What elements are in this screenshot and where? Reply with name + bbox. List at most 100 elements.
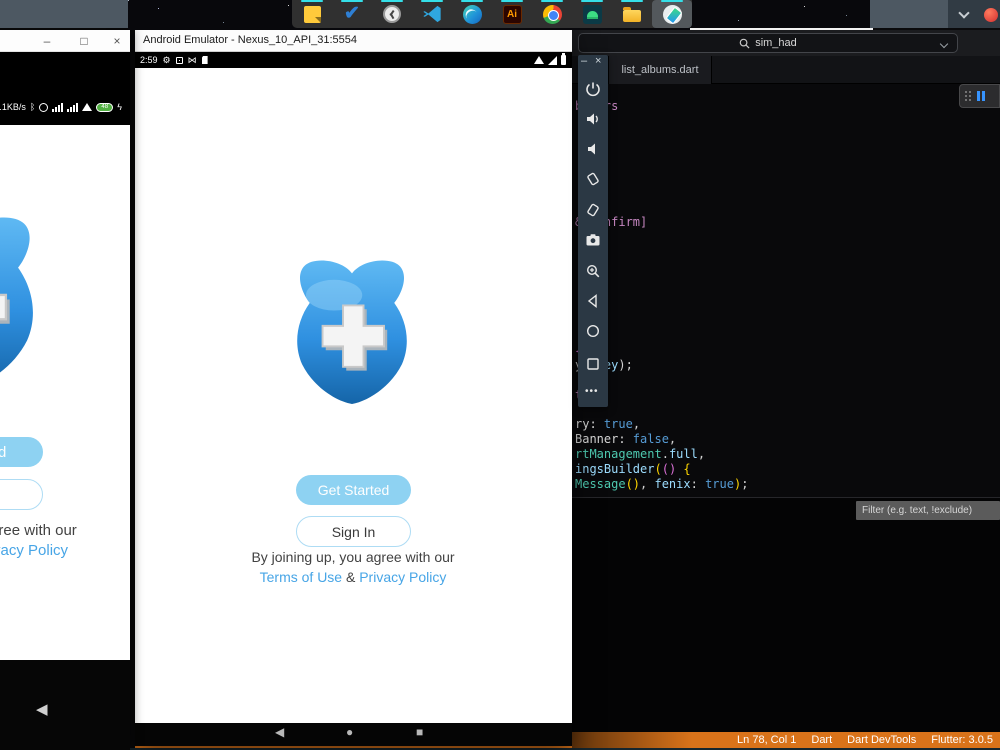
more-icon[interactable]: ••• [585,386,599,397]
bowtie-notification-icon: ⋈ [187,54,197,65]
rotate-left-icon[interactable] [585,171,601,187]
sign-in-button[interactable]: Sign In [0,479,43,510]
nav-back-button[interactable]: ◀ [36,700,48,718]
taskbar: ✔ Ai [292,0,692,28]
running-indicator [541,0,563,2]
android-nav-bar: ◀ ● ■ [135,723,572,746]
terms-of-use-link[interactable]: Terms of Use [260,569,342,585]
rotate-right-icon[interactable] [585,202,601,218]
search-icon [739,38,750,49]
edge-icon [462,4,482,24]
nav-back-button[interactable]: ◀ [275,725,284,739]
chevron-down-icon[interactable] [939,39,949,49]
emulator-toolbar: – × ••• [578,55,608,407]
debug-console-panel: Filter (e.g. text, !exclude) [572,497,1000,732]
android-icon [582,4,602,24]
running-indicator [621,0,643,2]
folder-icon [623,6,641,22]
pause-icon[interactable] [977,91,985,101]
maximize-button[interactable]: □ [73,32,95,50]
app-notification-icon [175,56,183,64]
taskbar-item-illustrator[interactable]: Ai [492,0,532,28]
window-top-edge [690,28,873,30]
code-editor-area[interactable]: butors& Confirm]{y: key);t) {ry: true,Ba… [572,84,1000,497]
zoom-icon[interactable] [585,263,601,279]
taskbar-item-tasks[interactable]: ✔ [332,0,372,28]
console-filter-input[interactable]: Filter (e.g. text, !exclude) [856,501,1000,520]
taskbar-item-android-emulator[interactable] [652,0,692,28]
emulator-window: Android Emulator - Nexus_10_API_31:5554 … [135,30,572,746]
volume-up-icon[interactable] [585,111,601,127]
command-palette-search[interactable]: sim_had [578,33,958,53]
taskbar-item-chrome[interactable] [532,0,572,28]
taskbar-item-sticky-notes[interactable] [292,0,332,28]
tab-list-albums[interactable]: list_albums.dart [608,56,712,84]
wifi-icon [82,103,93,111]
nav-overview-button[interactable]: ■ [416,725,423,739]
sign-in-button[interactable]: Sign In [296,516,411,547]
back-icon[interactable] [585,293,601,309]
running-indicator [461,0,483,2]
code-token: ry: [575,417,604,431]
running-indicator [341,0,363,2]
flutter-version[interactable]: Flutter: 3.0.5 [931,734,993,746]
mirror-status-bar: .1KB/s ᛒ 48 ϟ [0,52,130,125]
privacy-policy-link[interactable]: Privacy Policy [0,542,68,559]
close-button[interactable]: × [106,32,128,50]
emulator-title-bar[interactable]: Android Emulator - Nexus_10_API_31:5554 [135,30,572,52]
clock-icon [383,5,401,23]
language-mode[interactable]: Dart [811,734,832,746]
screenshot-camera-icon[interactable] [585,232,601,248]
ampersand-text: & [345,569,360,585]
taskbar-item-android[interactable] [572,0,612,28]
vscode-icon [423,5,441,23]
sticky-notes-icon [303,5,321,23]
code-token: ingsBuilder [575,462,655,476]
taskbar-item-vscode[interactable] [412,0,452,28]
cursor-position[interactable]: Ln 78, Col 1 [737,734,796,746]
power-icon[interactable] [585,81,601,97]
get-started-button[interactable]: Get Started [296,475,411,505]
tray-chevron-down-icon[interactable] [958,6,970,19]
get-started-button[interactable]: Get Started [0,437,43,467]
volume-down-icon[interactable] [585,141,601,157]
taskbar-item-edge[interactable] [452,0,492,28]
running-indicator [421,0,443,2]
overview-icon[interactable] [585,356,601,372]
status-time: 2:59 [140,55,158,65]
code-token: { [676,462,691,476]
taskbar-item-file-explorer[interactable] [612,0,652,28]
running-indicator [381,0,403,2]
code-line: rtManagement.full, [575,448,705,461]
toolbar-minimize-button[interactable]: – [581,55,587,67]
phone-mirror-window: – □ × .1KB/s ᛒ 48 ϟ Get Started Sign In … [0,30,130,750]
toolbar-close-button[interactable]: × [595,55,601,67]
dart-devtools-button[interactable]: Dart DevTools [847,734,916,746]
debug-toolbar [959,84,1000,108]
vscode-window: sim_had list_albums.dart butors& Confirm… [572,30,1000,750]
charging-icon: ϟ [117,102,122,112]
code-token: full [668,447,698,461]
drag-handle-icon[interactable] [965,91,971,101]
code-token: true [603,417,633,431]
app-logo-shield-icon [296,259,408,405]
battery-pill-icon: 48 [96,102,114,112]
mirror-app-screen [0,125,130,660]
running-indicator [501,0,523,2]
taskbar-item-clock[interactable] [372,0,412,28]
terms-line: Terms of Use & Privacy Policy [0,542,130,559]
editor-tab-bar: list_albums.dart [572,56,1000,84]
code-line: ry: true, [575,418,640,431]
privacy-policy-link[interactable]: Privacy Policy [359,569,446,585]
tray-red-status-icon[interactable] [984,8,998,22]
app-screen: Get Started Sign In By joining up, you a… [135,68,572,723]
code-token: true [705,477,734,491]
code-token: : [690,477,706,491]
search-value: sim_had [755,37,797,49]
nav-home-button[interactable]: ● [346,725,353,739]
wifi-icon [534,56,544,64]
signal-bars-icon-1 [52,102,64,112]
home-icon[interactable] [585,323,601,339]
code-token: rtManagement [575,447,662,461]
minimize-button[interactable]: – [36,32,58,50]
